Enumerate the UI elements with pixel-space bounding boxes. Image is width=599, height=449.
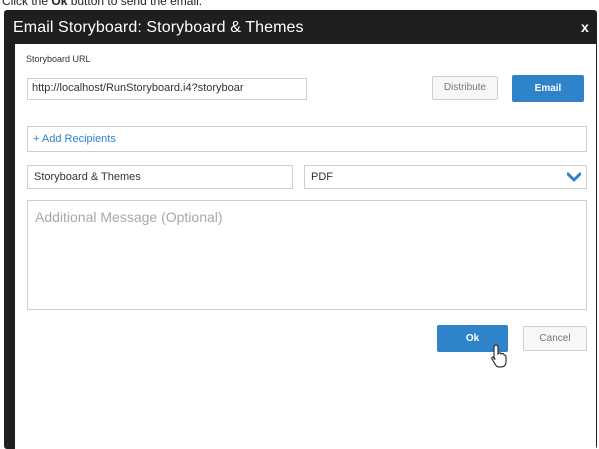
close-icon[interactable]: x [581, 19, 589, 35]
dialog-title: Email Storyboard: Storyboard & Themes [13, 19, 304, 36]
storyboard-url-label: Storyboard URL [26, 54, 91, 64]
distribute-button[interactable]: Distribute [432, 76, 498, 100]
format-select-value: PDF [311, 171, 333, 183]
subject-field[interactable]: Storyboard & Themes [27, 165, 293, 189]
caption-suffix: button to send the email. [67, 0, 203, 8]
dialog-body: Storyboard URL http://localhost/RunStory… [15, 44, 596, 449]
storyboard-url-field[interactable]: http://localhost/RunStoryboard.i4?storyb… [27, 78, 307, 100]
additional-message-field[interactable]: Additional Message (Optional) [27, 200, 587, 310]
caption-prefix: Click the [2, 0, 52, 8]
hand-pointer-icon [491, 344, 507, 368]
add-recipients-field[interactable]: + Add Recipients [27, 126, 587, 152]
format-select[interactable]: PDF [304, 165, 587, 189]
email-button[interactable]: Email [512, 75, 584, 102]
email-storyboard-dialog: Email Storyboard: Storyboard & Themes x … [4, 10, 597, 449]
instruction-caption: Click the Ok button to send the email. [2, 0, 202, 8]
cancel-button[interactable]: Cancel [523, 326, 587, 351]
dialog-titlebar: Email Storyboard: Storyboard & Themes x [4, 10, 597, 44]
caption-bold: Ok [51, 0, 68, 8]
chevron-down-icon[interactable] [567, 170, 581, 184]
